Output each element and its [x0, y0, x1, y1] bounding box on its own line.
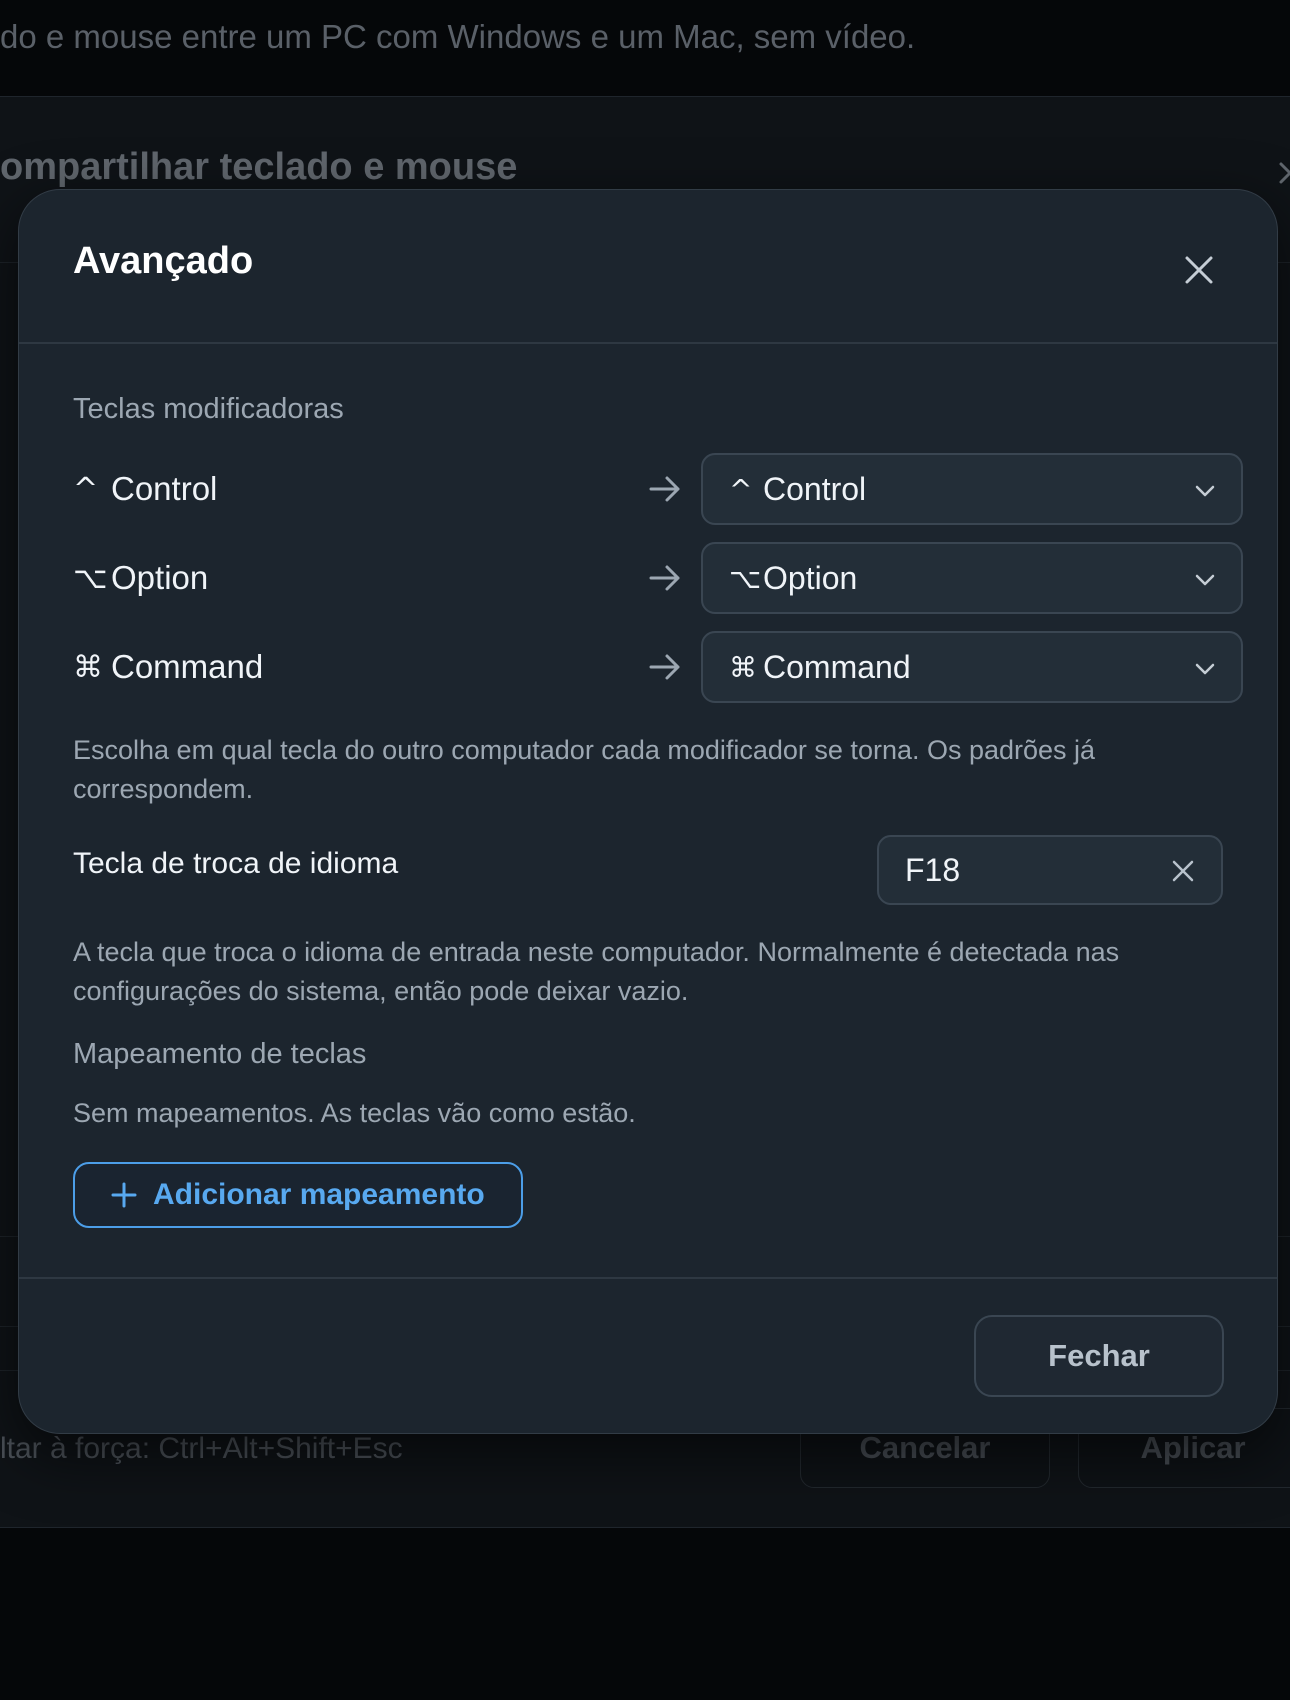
dialog-title: Avançado — [73, 240, 254, 282]
modifier-row-command: ⌘ Command ⌘ Command — [73, 631, 1243, 703]
language-key-help-text: A tecla que troca o idioma de entrada ne… — [73, 937, 1120, 1006]
background-subtitle: do e mouse entre um PC com Windows e um … — [0, 18, 916, 55]
modifier-row-option: ⌥ Option ⌥ Option — [73, 542, 1243, 614]
option-key-icon: ⌥ — [73, 560, 108, 596]
command-key-icon: ⌘ — [73, 649, 103, 685]
modifier-keys-label: Teclas modificadoras — [73, 393, 344, 425]
modifier-help-text: Escolha em qual tecla do outro computado… — [73, 735, 1096, 804]
clear-button[interactable] — [1163, 851, 1203, 891]
clear-icon — [1172, 860, 1194, 882]
modifier-source: ^ Control — [73, 453, 217, 525]
advanced-dialog: Avançado Teclas modificadoras ^ Control … — [18, 189, 1278, 1434]
close-button[interactable] — [1169, 240, 1229, 300]
control-key-icon: ^ — [73, 471, 99, 507]
command-key-icon: ⌘ — [729, 650, 757, 684]
arrow-right-icon — [649, 565, 680, 591]
modifier-row-control: ^ Control ^ Control — [73, 453, 1243, 525]
plus-icon — [111, 1182, 137, 1208]
arrow-right-icon — [649, 476, 680, 502]
background-panel-title: ompartilhar teclado e mouse — [0, 146, 518, 188]
modifier-source-label: Control — [111, 470, 218, 507]
chevron-down-icon — [1195, 574, 1215, 586]
modifier-source-label: Option — [111, 559, 209, 596]
chevron-down-icon — [1195, 485, 1215, 497]
control-key-icon: ^ — [729, 472, 753, 506]
dialog-header: Avançado — [19, 190, 1277, 344]
language-key-input[interactable] — [903, 837, 1143, 903]
footer-divider — [19, 1277, 1277, 1279]
modifier-target-select-command[interactable]: ⌘ Command — [701, 631, 1243, 703]
modifier-source: ⌥ Option — [73, 542, 208, 614]
language-key-field — [877, 835, 1223, 905]
background-footer-note: ltar à força: Ctrl+Alt+Shift+Esc — [0, 1432, 403, 1465]
modifier-target-label: Option — [763, 559, 858, 596]
chevron-down-icon — [1195, 663, 1215, 675]
option-key-icon: ⌥ — [729, 561, 762, 595]
key-mapping-label: Mapeamento de teclas — [73, 1038, 367, 1070]
language-key-label: Tecla de troca de idioma — [73, 847, 399, 880]
key-mapping-empty-text: Sem mapeamentos. As teclas vão como estã… — [73, 1098, 636, 1128]
modifier-target-label: Control — [763, 470, 867, 507]
modifier-source-label: Command — [111, 648, 264, 685]
close-dialog-button[interactable]: Fechar — [974, 1315, 1224, 1397]
modifier-target-select-control[interactable]: ^ Control — [701, 453, 1243, 525]
modifier-target-label: Command — [763, 648, 911, 685]
arrow-right-icon — [649, 654, 680, 680]
background-close-icon — [1279, 162, 1290, 184]
modifier-source: ⌘ Command — [73, 631, 263, 703]
add-mapping-button[interactable]: Adicionar mapeamento — [73, 1162, 523, 1228]
modifier-target-select-option[interactable]: ⌥ Option — [701, 542, 1243, 614]
add-mapping-label: Adicionar mapeamento — [153, 1178, 485, 1211]
close-icon — [1185, 256, 1213, 284]
